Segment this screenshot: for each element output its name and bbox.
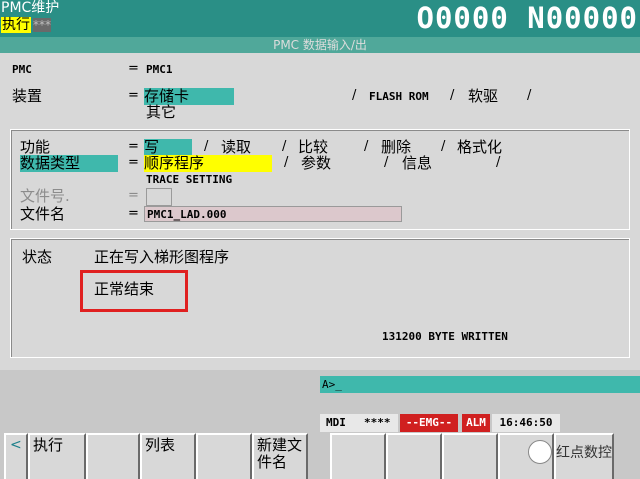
softkey-7[interactable] [386,433,442,479]
status-stars-2: **** [364,416,391,429]
function-sep-2: / [282,139,287,154]
alarm-indicator: ALM [462,414,490,432]
subtitle: PMC 数据输入/出 [273,38,367,52]
softkey-2[interactable] [86,433,140,479]
status-stars: *** [33,18,51,32]
function-option-read[interactable]: 读取 [221,139,251,156]
softkey-list[interactable]: 列表 [140,433,196,479]
softkey-6[interactable] [330,433,386,479]
softkey-left-arrow[interactable]: < [4,433,28,479]
device-option-floppy[interactable]: 软驱 [468,88,498,105]
trace-setting-option[interactable]: TRACE SETTING [146,173,232,186]
filename-input[interactable]: PMC1_LAD.000 [144,206,402,222]
softkey-4[interactable] [196,433,252,479]
status-message: 正在写入梯形图程序 [94,248,230,266]
status-label: 状态 [22,248,53,266]
program-number: O0000 N00000 [416,1,638,35]
softkey-new-filename[interactable]: 新建文件名 [252,433,308,479]
status-bar: MDI **** --EMG-- ALM 16:46:50 [320,414,640,432]
datatype-option-message[interactable]: 信息 [402,155,432,172]
function-sep-4: / [441,139,446,154]
datatype-eq: = [128,155,139,170]
datatype-sep-1: / [284,155,289,170]
softkey-8[interactable] [442,433,498,479]
key-input-line[interactable]: A>_ [320,376,640,393]
datatype-option-parameter[interactable]: 参数 [301,155,331,172]
datatype-sep-3: / [496,155,501,170]
fileno-input[interactable] [146,188,172,206]
run-mode-badge: 执行 [1,17,31,33]
filename-label: 文件名 [20,205,66,223]
emg-indicator: --EMG-- [400,414,458,432]
screen-title: PMC维护 [1,0,60,16]
watermark-text: 红点数控 [556,445,612,461]
device-sep-1: / [352,88,357,103]
device-sep-3: / [527,88,532,103]
function-sep-1: / [204,139,209,154]
fileno-label: 文件号. [20,187,70,205]
device-option-other[interactable]: 其它 [146,104,176,121]
softkey-execute[interactable]: 执行 [28,433,86,479]
pmc-eq: = [128,61,139,76]
status-result: 正常结束 [94,280,155,298]
bytes-written: 131200 BYTE WRITTEN [382,330,508,343]
device-eq: = [128,88,139,103]
pmc-value: PMC1 [146,63,173,76]
fileno-eq: = [128,188,139,203]
pmc-label: PMC [12,63,32,76]
function-sep-3: / [364,139,369,154]
datatype-label: 数据类型 [20,155,118,172]
datatype-option-sequence-program[interactable]: 顺序程序 [144,155,272,172]
device-sep-2: / [450,88,455,103]
function-option-format[interactable]: 格式化 [457,139,502,156]
device-option-flash-rom[interactable]: FLASH ROM [369,90,429,103]
function-eq: = [128,139,139,154]
device-label: 装置 [12,87,43,105]
clock: 16:46:50 [492,414,560,432]
wechat-icon [528,440,552,464]
filename-eq: = [128,206,139,221]
datatype-sep-2: / [384,155,389,170]
